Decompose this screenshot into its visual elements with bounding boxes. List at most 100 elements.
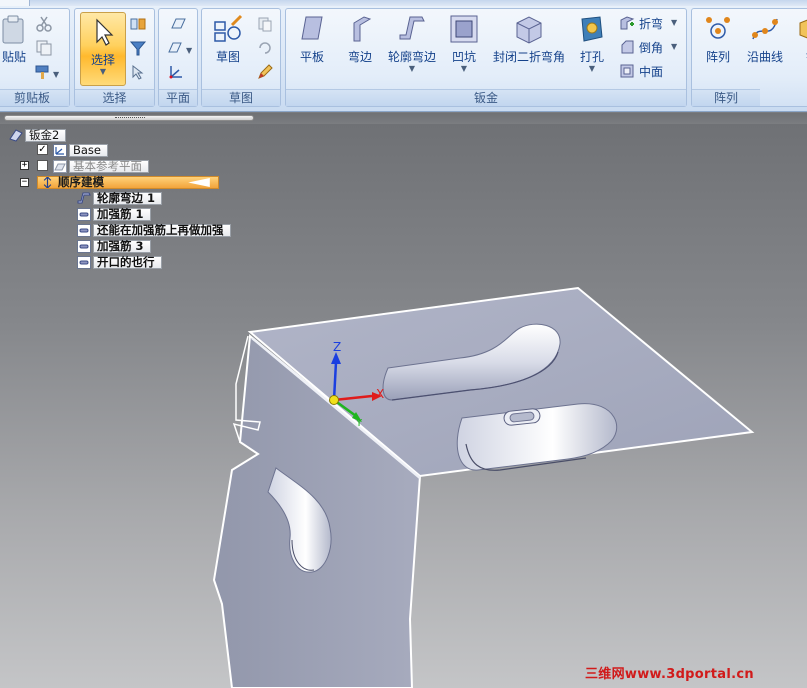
- select-group: 选择 ▼ 选择: [74, 8, 155, 107]
- dimple-icon: [450, 15, 478, 43]
- dimple-button[interactable]: 凹坑 ▼: [444, 13, 484, 73]
- sheetmetal-group: 平板 弯边 轮廓弯边 ▼ 凹坑 ▼ 封闭二折弯角 打孔 ▼ 折弯 ▼ 倒角 ▼ …: [285, 8, 687, 107]
- format-painter-icon[interactable]: [33, 63, 51, 81]
- contour-flange-button[interactable]: 轮廓弯边 ▼: [382, 13, 442, 73]
- tree-item-base-label: Base: [69, 143, 109, 157]
- cut-icon[interactable]: [35, 15, 53, 33]
- sketch-button[interactable]: 草图: [208, 13, 248, 65]
- ref-planes-visibility-checkbox[interactable]: [37, 160, 48, 171]
- tree-item-bead-4[interactable]: 开口的也行: [77, 255, 162, 269]
- contour-flange-icon: [399, 16, 425, 40]
- z-axis-label: Z: [333, 340, 341, 354]
- clipboard-group-label: 剪贴板: [0, 89, 69, 106]
- pattern-group: 阵列 沿曲线 镜 阵列: [691, 8, 807, 107]
- plane-dropdown-icon[interactable]: ▼: [186, 47, 192, 55]
- coincident-plane-icon[interactable]: [169, 15, 187, 33]
- select-tool-icon[interactable]: [129, 63, 147, 81]
- reference-plane-icon: [53, 159, 67, 173]
- midplane-button[interactable]: 中面: [618, 61, 663, 81]
- mirror-icon: [799, 19, 807, 39]
- coordinate-system-icon: [53, 143, 67, 157]
- mirror-sketch-icon[interactable]: [256, 39, 274, 57]
- select-group-label: 选择: [75, 89, 154, 106]
- tree-item-base[interactable]: Base: [53, 143, 109, 157]
- chamfer-button[interactable]: 倒角 ▼: [618, 37, 677, 57]
- pathfinder-splitter[interactable]: [4, 115, 254, 121]
- plane-group: ▼ 平面: [158, 8, 198, 107]
- tree-item-bead-2-label: 还能在加强筋上再做加强: [93, 223, 231, 237]
- ordered-collapse-icon[interactable]: −: [20, 178, 29, 187]
- arrow-pointer-icon: [96, 18, 114, 46]
- angled-plane-icon[interactable]: [167, 39, 185, 57]
- chamfer-icon: [621, 40, 634, 54]
- tree-item-bead-2[interactable]: 还能在加强筋上再做加强: [77, 223, 231, 237]
- bead-feature-icon: [77, 255, 91, 269]
- clipboard-group: 贴贴 ▼ 剪贴板: [0, 8, 70, 107]
- midplane-icon: [620, 64, 634, 78]
- bead-feature-icon: [77, 239, 91, 253]
- plane-group-label: 平面: [159, 89, 197, 106]
- select-manager-icon[interactable]: [129, 15, 147, 33]
- tree-item-bead-1[interactable]: 加强筋 1: [77, 207, 151, 221]
- contour-flange-feature-icon: [77, 192, 91, 203]
- tree-item-ref-planes[interactable]: 基本参考平面: [53, 159, 149, 173]
- sketch-group-label: 草图: [202, 89, 280, 106]
- contour-flange-dropdown-icon: ▼: [408, 64, 416, 73]
- copy-icon[interactable]: [35, 39, 53, 57]
- bend-icon: [620, 16, 635, 30]
- ribbon-top-edge: [0, 0, 807, 6]
- tree-root[interactable]: 钣金2: [9, 128, 67, 142]
- select-button[interactable]: 选择 ▼: [80, 12, 126, 86]
- bend-button[interactable]: 折弯 ▼: [618, 13, 677, 33]
- along-curve-icon: [752, 18, 778, 40]
- tree-item-contour-flange[interactable]: 轮廓弯边 1: [77, 191, 163, 205]
- tree-item-bead-4-label: 开口的也行: [93, 255, 162, 269]
- close-corner-button[interactable]: 封闭二折弯角: [488, 13, 570, 65]
- tree-item-bead-1-label: 加强筋 1: [93, 207, 151, 221]
- x-axis-label: X: [376, 387, 384, 401]
- tree-item-bead-3-label: 加强筋 3: [93, 239, 151, 253]
- pattern-button[interactable]: 阵列: [698, 13, 738, 65]
- pattern-group-label: 阵列: [692, 89, 760, 106]
- base-visibility-checkbox[interactable]: ✓: [37, 144, 48, 155]
- hole-dropdown-icon: ▼: [588, 64, 596, 73]
- flange-icon: [353, 16, 372, 42]
- tree-item-ordered-modeling[interactable]: 顺序建模: [37, 175, 219, 189]
- tree-item-contour-flange-label: 轮廓弯边 1: [93, 191, 163, 205]
- close-corner-icon: [516, 16, 542, 44]
- select-dropdown-icon: ▼: [99, 67, 107, 76]
- mirror-button[interactable]: 镜: [792, 13, 807, 65]
- coordinate-system-icon[interactable]: [167, 63, 185, 81]
- pencil-icon[interactable]: [256, 63, 274, 81]
- sketch-group: 草图 草图: [201, 8, 281, 107]
- tree-item-ordered-label: 顺序建模: [37, 175, 219, 189]
- dimple-dropdown-icon: ▼: [460, 64, 468, 73]
- rollback-marker-icon: [188, 177, 210, 187]
- chamfer-dropdown-icon: ▼: [671, 42, 678, 51]
- sheetmetal-doc-icon: [9, 128, 23, 142]
- filter-icon[interactable]: [129, 39, 147, 57]
- pattern-icon: [706, 17, 730, 39]
- ref-planes-expand-icon[interactable]: +: [20, 161, 29, 170]
- bead-feature-icon: [77, 223, 91, 237]
- ribbon: 贴贴 ▼ 剪贴板 选择 ▼ 选择 ▼ 平面 草图 草图 平板 弯边 轮廓弯边 ▼…: [0, 0, 807, 112]
- project-icon[interactable]: [256, 15, 274, 33]
- tree-item-ref-planes-label: 基本参考平面: [69, 159, 149, 173]
- tree-root-label: 钣金2: [25, 128, 67, 142]
- watermark: 三维网www.3dportal.cn: [585, 667, 754, 682]
- paste-button[interactable]: 贴贴: [0, 13, 29, 65]
- tree-item-bead-3[interactable]: 加强筋 3: [77, 239, 151, 253]
- format-painter-dropdown-icon[interactable]: ▼: [53, 71, 59, 79]
- flange-button[interactable]: 弯边: [340, 13, 380, 65]
- tab-flat-button[interactable]: 平板: [292, 13, 332, 65]
- bend-dropdown-icon: ▼: [671, 18, 678, 27]
- hole-button[interactable]: 打孔 ▼: [572, 13, 612, 73]
- along-curve-button[interactable]: 沿曲线: [742, 13, 788, 65]
- splitter-grip: [115, 117, 145, 119]
- hole-icon: [581, 16, 603, 42]
- ribbon-tab[interactable]: [0, 0, 30, 6]
- flat-plate-icon: [301, 16, 323, 40]
- bead-feature-icon: [77, 207, 91, 221]
- ordered-icon: [43, 176, 52, 188]
- sheetmetal-group-label: 钣金: [286, 89, 686, 106]
